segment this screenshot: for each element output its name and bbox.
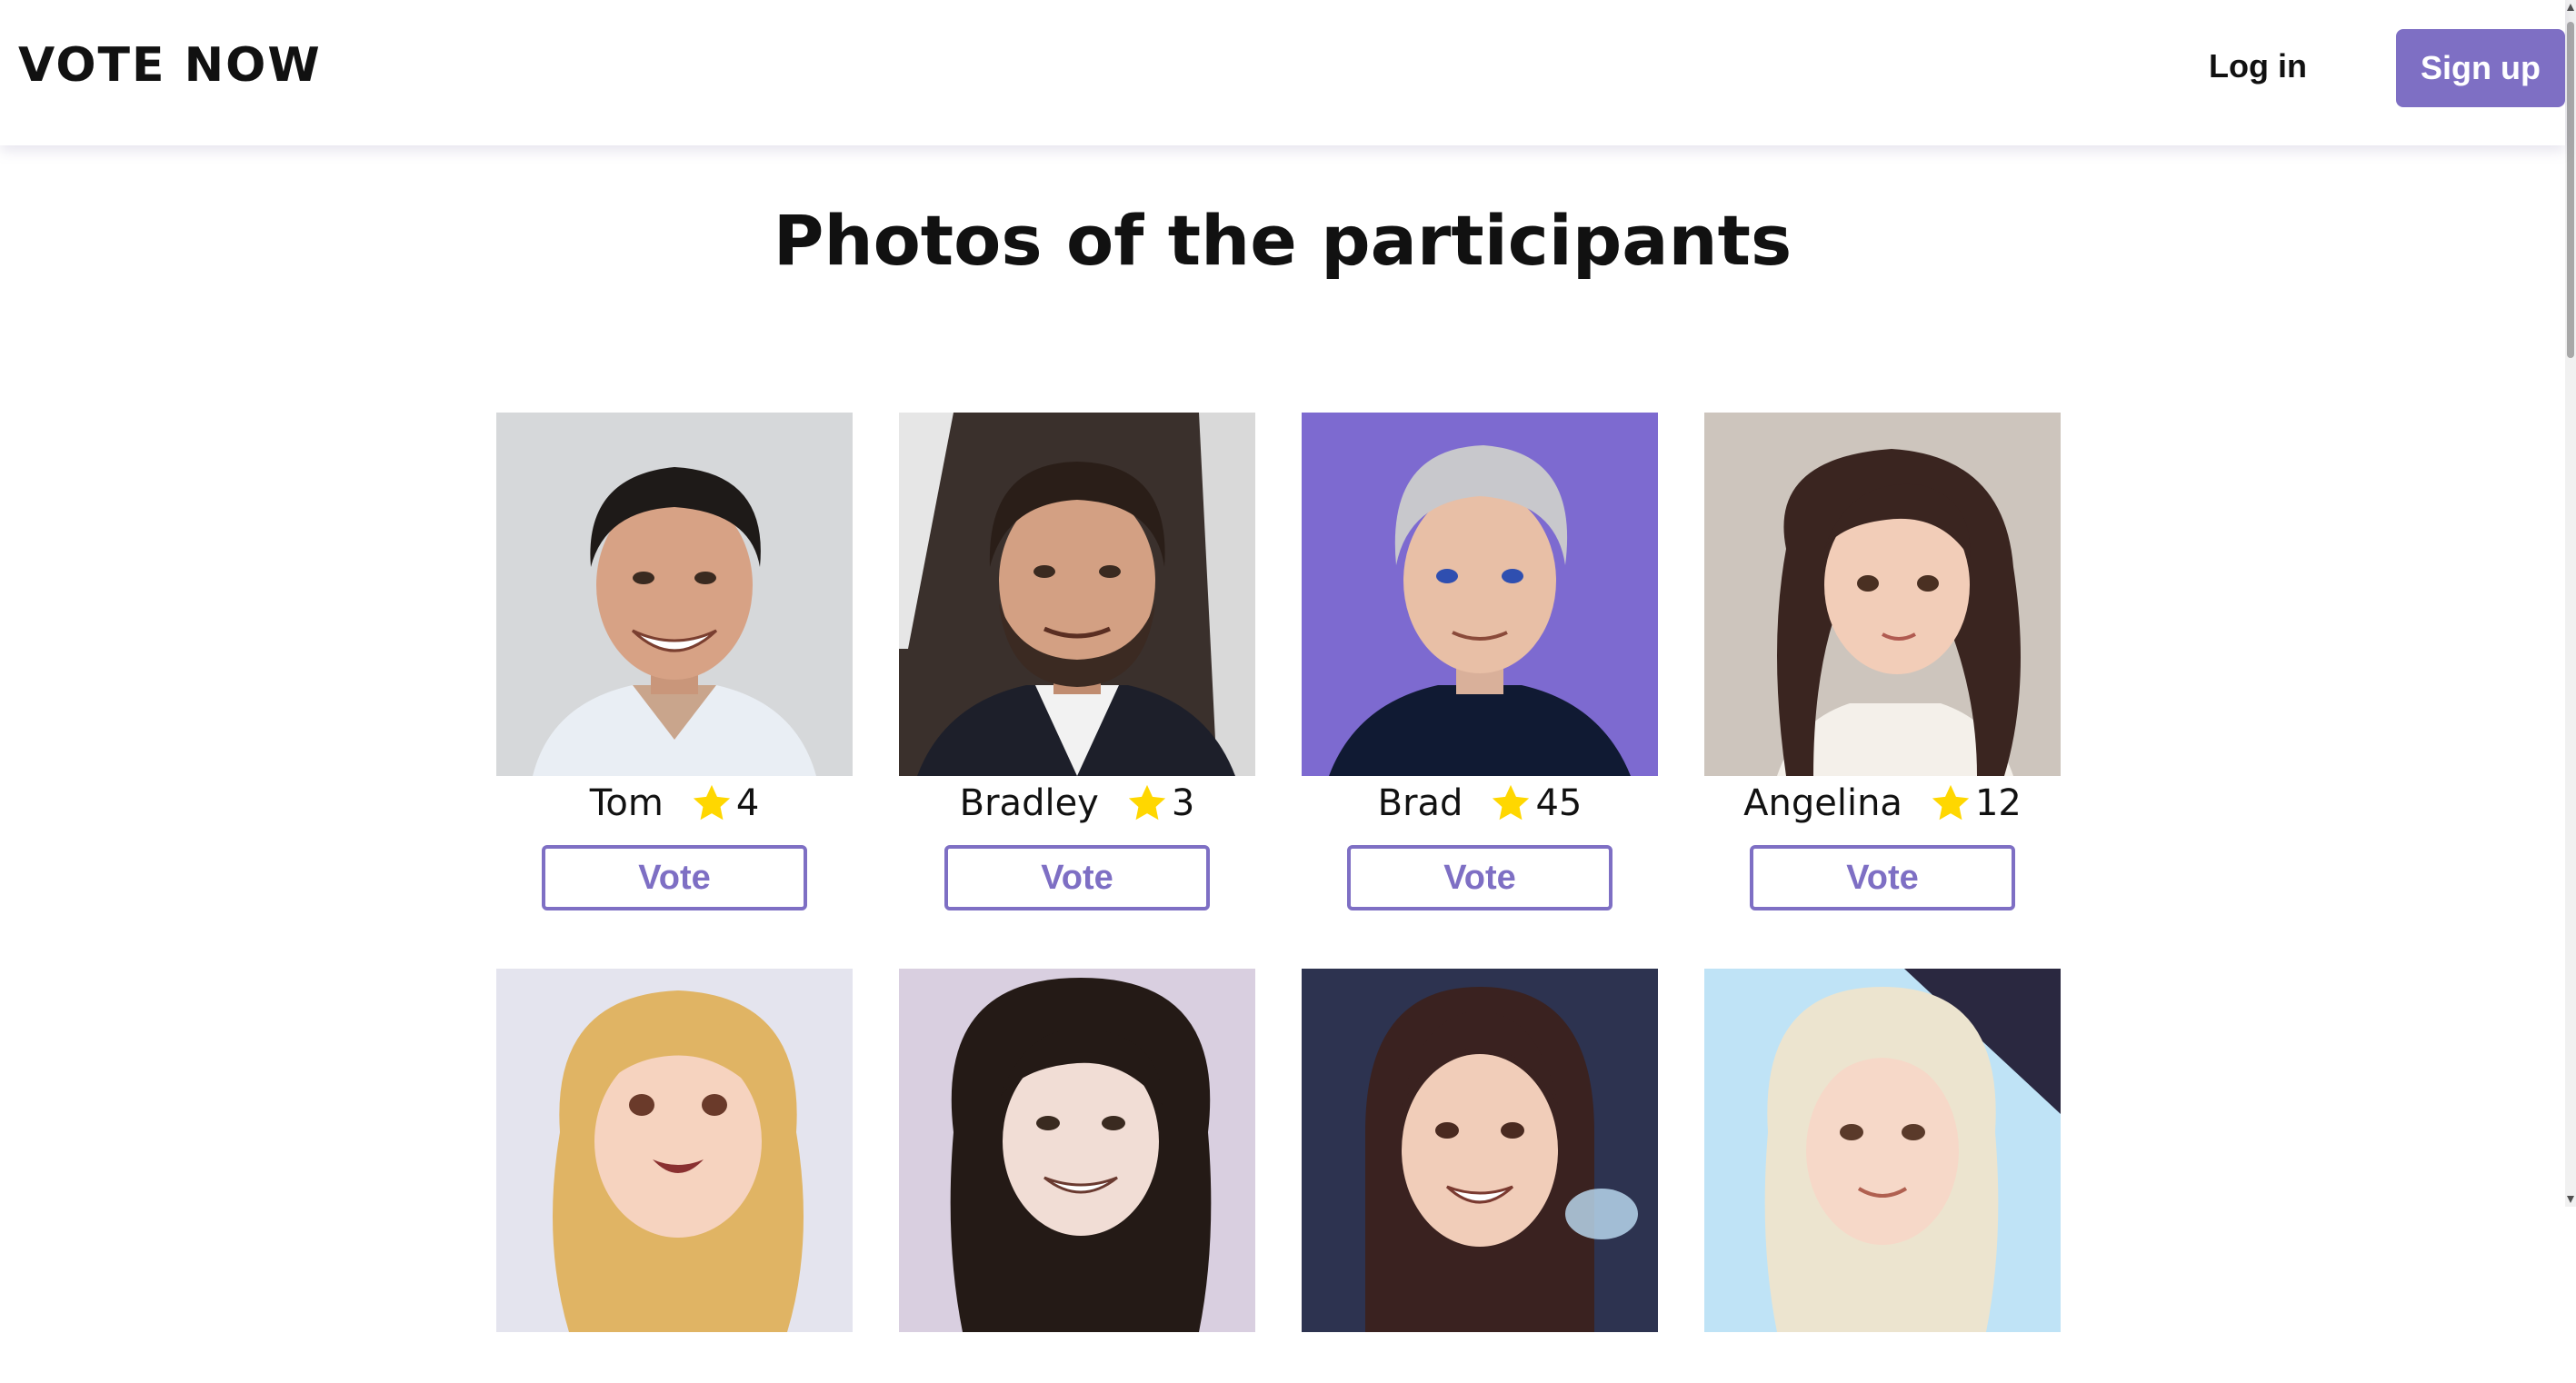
vote-count: 4 — [735, 782, 760, 824]
scroll-down-icon[interactable] — [2567, 1196, 2574, 1203]
participant-info — [1869, 1336, 1896, 1383]
participant-photo[interactable] — [496, 413, 853, 776]
participant-photo[interactable] — [1704, 413, 2061, 776]
participants-grid: Tom 4 Vote Bradley 3 Vote Brad 45 Vote A… — [496, 413, 2062, 1383]
participant-photo[interactable] — [1302, 413, 1658, 776]
star-icon — [693, 784, 730, 821]
participant-info: Bradley 3 — [960, 780, 1195, 827]
signup-button[interactable]: Sign up — [2396, 29, 2565, 107]
participant-name: Tom — [589, 782, 664, 824]
vote-count: 12 — [1974, 782, 2022, 824]
participant-card: Tom 4 Vote — [496, 413, 853, 910]
star-icon — [1128, 784, 1165, 821]
participant-photo[interactable] — [1302, 969, 1658, 1332]
site-logo[interactable]: VOTE NOW — [18, 38, 322, 93]
vote-button[interactable]: Vote — [542, 845, 807, 910]
participant-name: Brad — [1377, 782, 1463, 824]
login-link[interactable]: Log in — [2209, 47, 2307, 85]
participant-name: Angelina — [1743, 782, 1902, 824]
scrollbar-thumb[interactable] — [2567, 22, 2574, 358]
participant-info — [1466, 1336, 1493, 1383]
participant-photo[interactable] — [899, 413, 1255, 776]
participant-card: Brad 45 Vote — [1302, 413, 1658, 910]
participant-info — [1063, 1336, 1091, 1383]
participant-card: Angelina 12 Vote — [1704, 413, 2061, 910]
vote-button[interactable]: Vote — [944, 845, 1210, 910]
participant-info: Angelina 12 — [1743, 780, 2022, 827]
participant-info — [661, 1336, 688, 1383]
vote-button[interactable]: Vote — [1347, 845, 1612, 910]
vote-count: 3 — [1171, 782, 1195, 824]
page-title: Photos of the participants — [773, 200, 1792, 281]
participant-info: Tom 4 — [590, 780, 760, 827]
participant-photo[interactable] — [496, 969, 853, 1332]
vote-button[interactable]: Vote — [1750, 845, 2015, 910]
star-icon — [1493, 784, 1530, 821]
participant-card — [1704, 969, 2061, 1383]
participant-name: Bradley — [959, 782, 1099, 824]
vertical-scrollbar[interactable] — [2565, 0, 2576, 1207]
participant-card — [899, 969, 1255, 1383]
participant-card — [1302, 969, 1658, 1383]
vote-count: 45 — [1535, 782, 1583, 824]
participant-card — [496, 969, 853, 1383]
participant-photo[interactable] — [1704, 969, 2061, 1332]
scroll-up-icon[interactable] — [2567, 4, 2574, 11]
star-icon — [1932, 784, 1970, 821]
participant-info: Brad 45 — [1378, 780, 1583, 827]
participant-photo[interactable] — [899, 969, 1255, 1332]
top-navbar: VOTE NOW Log in Sign up — [0, 0, 2565, 145]
participant-card: Bradley 3 Vote — [899, 413, 1255, 910]
